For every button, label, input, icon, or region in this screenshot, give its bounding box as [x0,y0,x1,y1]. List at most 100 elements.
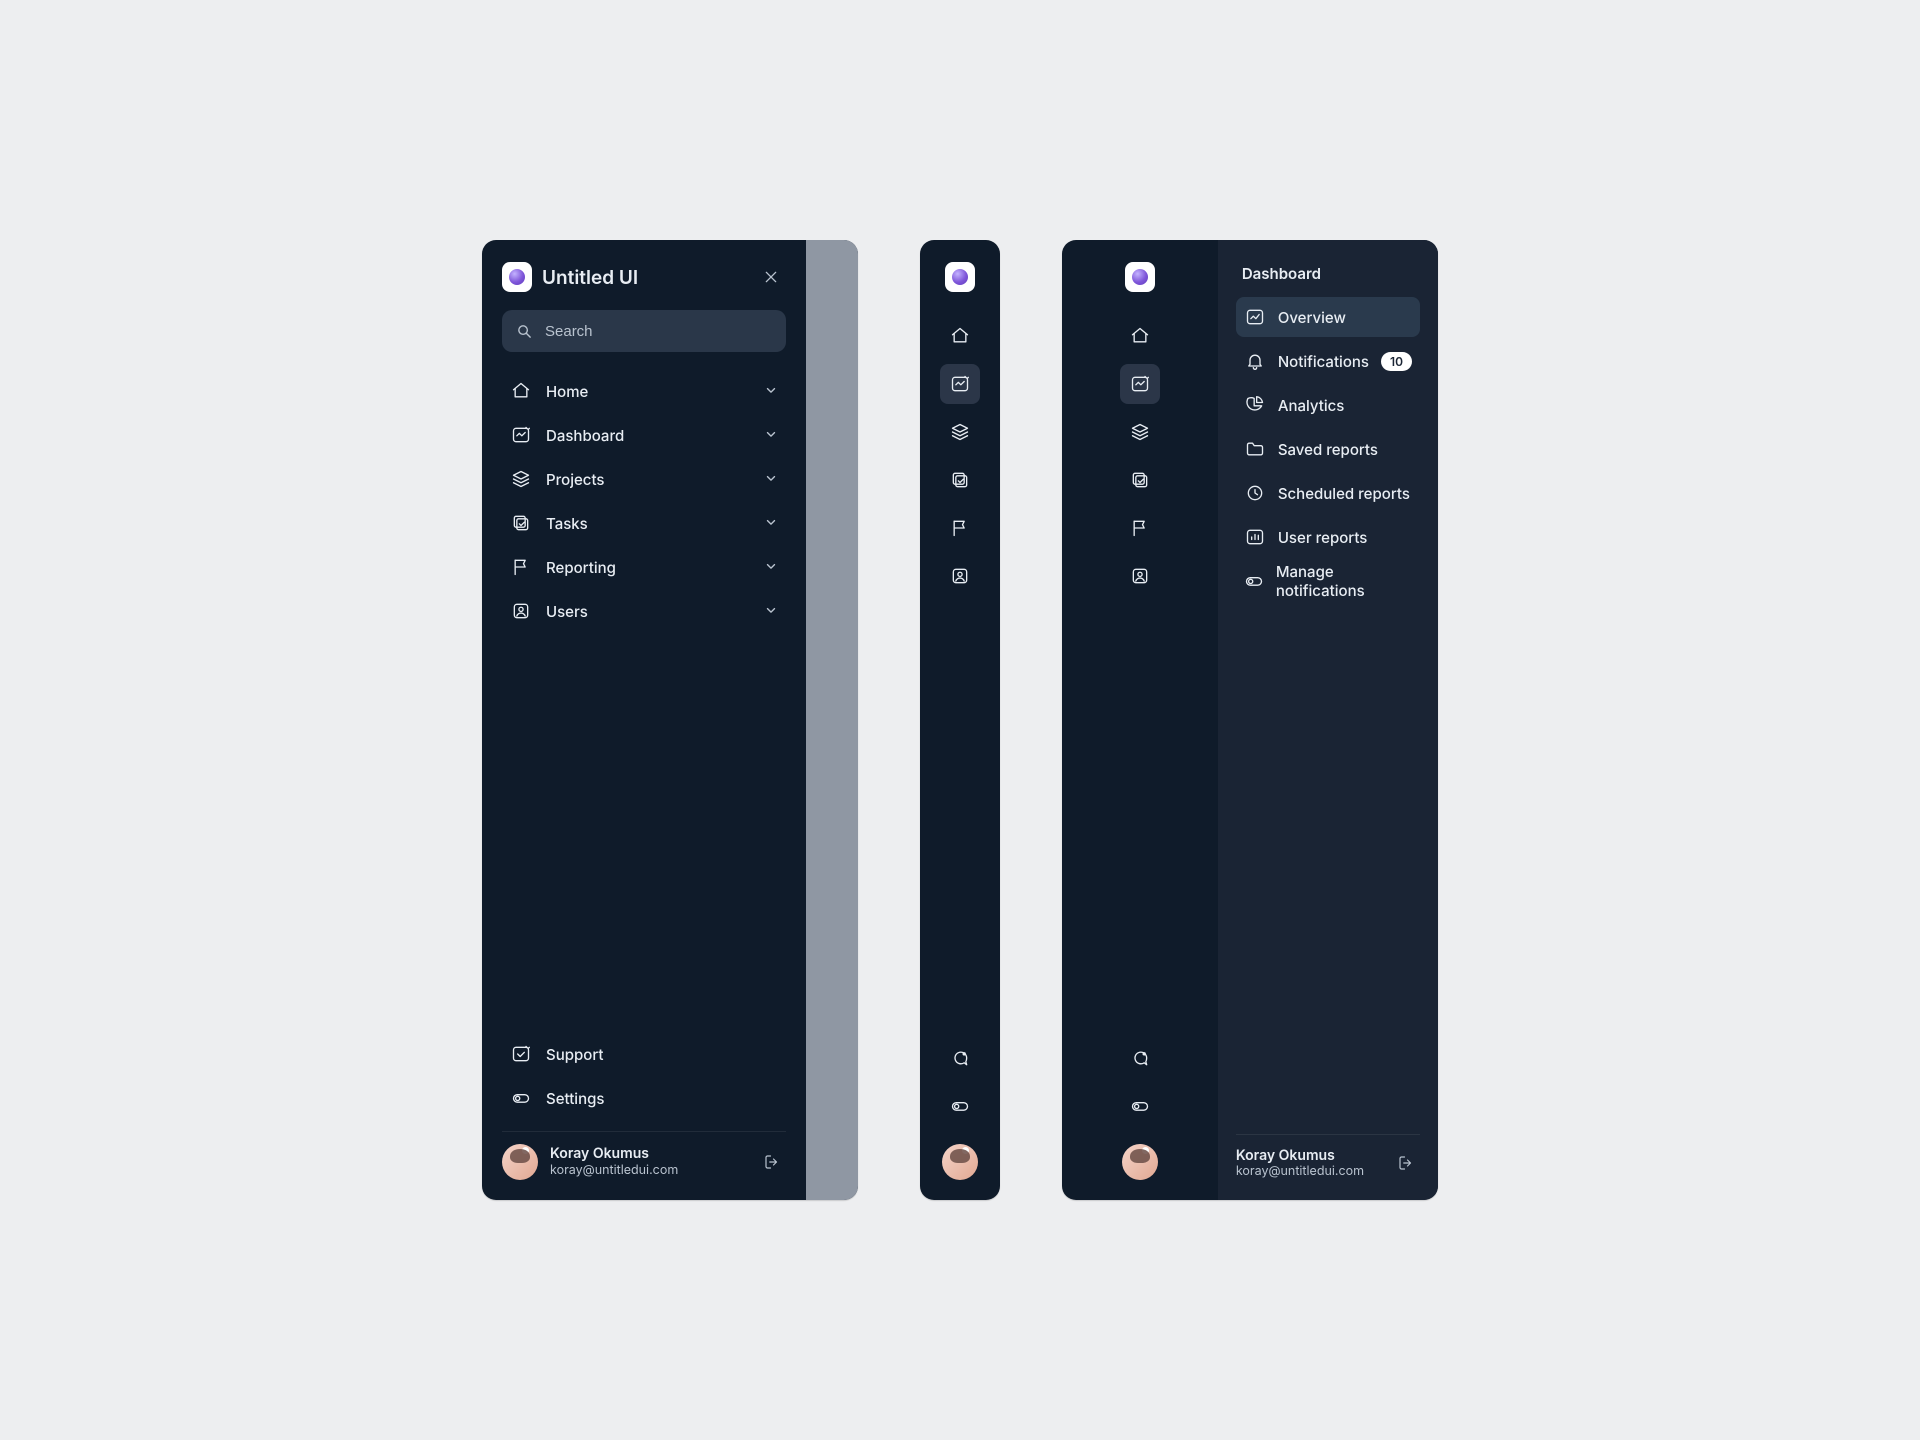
sidebar-item-support[interactable]: Support [502,1033,786,1075]
sidebar-item-tasks[interactable]: Tasks [502,502,786,544]
sidebar-item-label: Support [546,1045,603,1064]
sidebar-item-reporting[interactable]: Reporting [502,546,786,588]
sidebar-item-label: Home [546,382,588,401]
subpanel-item-manage-notifications[interactable]: Manage notifications [1236,561,1420,601]
subpanel-item-notifications[interactable]: Notifications 10 [1236,341,1420,381]
search-input[interactable] [543,322,772,341]
rail-item-home[interactable] [940,316,980,356]
drag-overlay[interactable] [806,240,858,1200]
user-icon [950,566,970,586]
rail-item-support[interactable] [1120,1038,1160,1078]
subpanel-item-label: Saved reports [1278,440,1378,459]
rail-item-settings[interactable] [1120,1086,1160,1126]
avatar[interactable] [502,1144,538,1180]
sidebar-item-label: Settings [546,1089,604,1108]
chat-icon [950,1048,970,1068]
rail-item-home[interactable] [1120,316,1160,356]
dashboard-icon [1130,374,1150,394]
user-email: koray@untitledui.com [1236,1164,1364,1180]
support-icon [510,1043,532,1065]
toggle-icon [510,1087,532,1109]
sidebar-full-overlay: Untitled UI Home Dashboard [482,240,858,1200]
toggle-icon [1130,1096,1150,1116]
chevron-down-icon [764,601,778,621]
close-icon [763,269,779,285]
flag-icon [510,556,532,578]
tasks-icon [1130,470,1150,490]
app-logo[interactable] [1125,262,1155,292]
rail-item-dashboard[interactable] [1120,364,1160,404]
tasks-icon [950,470,970,490]
home-icon [950,326,970,346]
rail-item-users[interactable] [1120,556,1160,596]
sidebar-rail-with-subpanel: Dashboard Overview Notifications 10 Anal… [1062,240,1438,1200]
subpanel-item-saved-reports[interactable]: Saved reports [1236,429,1420,469]
subpanel-item-label: Notifications [1278,352,1369,371]
home-icon [1130,326,1150,346]
search-input-container[interactable] [502,310,786,352]
avatar[interactable] [1122,1144,1158,1180]
close-sidebar-button[interactable] [756,262,786,292]
clock-icon [1244,482,1266,504]
sidebar-item-label: Projects [546,470,605,489]
rail-item-projects[interactable] [940,412,980,452]
subpanel-item-label: Manage notifications [1276,562,1412,600]
subpanel-item-analytics[interactable]: Analytics [1236,385,1420,425]
layers-icon [510,468,532,490]
bar-chart-icon [1244,526,1266,548]
dashboard-icon [950,374,970,394]
app-logo [502,262,532,292]
sidebar-item-projects[interactable]: Projects [502,458,786,500]
chevron-down-icon [764,381,778,401]
subpanel-item-label: Analytics [1278,396,1345,415]
rail-item-settings[interactable] [940,1086,980,1126]
sidebar-item-label: Dashboard [546,426,624,445]
rail-item-projects[interactable] [1120,412,1160,452]
sidebar-item-label: Users [546,602,588,621]
layers-icon [1130,422,1150,442]
search-icon [516,323,533,340]
bell-icon [1244,350,1266,372]
dashboard-icon [510,424,532,446]
rail-item-reporting[interactable] [940,508,980,548]
user-name: Koray Okumus [550,1145,678,1163]
chevron-down-icon [764,513,778,533]
logout-icon [763,1153,781,1171]
avatar[interactable] [942,1144,978,1180]
subpanel-item-scheduled-reports[interactable]: Scheduled reports [1236,473,1420,513]
logout-button[interactable] [758,1148,786,1176]
logout-icon [1397,1154,1415,1172]
rail-item-tasks[interactable] [940,460,980,500]
rail-item-dashboard[interactable] [940,364,980,404]
subpanel-item-overview[interactable]: Overview [1236,297,1420,337]
chevron-down-icon [764,469,778,489]
rail-item-users[interactable] [940,556,980,596]
logout-button[interactable] [1392,1149,1420,1177]
app-logo[interactable] [945,262,975,292]
sidebar-item-label: Reporting [546,558,616,577]
subpanel-item-label: Overview [1278,308,1346,327]
pie-chart-icon [1244,394,1266,416]
sidebar-item-dashboard[interactable]: Dashboard [502,414,786,456]
notifications-badge: 10 [1381,352,1412,371]
rail-item-reporting[interactable] [1120,508,1160,548]
user-icon [510,600,532,622]
rail-item-tasks[interactable] [1120,460,1160,500]
chevron-down-icon [764,425,778,445]
sidebar-item-home[interactable]: Home [502,370,786,412]
subpanel-item-user-reports[interactable]: User reports [1236,517,1420,557]
user-name: Koray Okumus [1236,1147,1364,1165]
folder-icon [1244,438,1266,460]
toggle-icon [1244,570,1264,592]
trend-icon [1244,306,1266,328]
home-icon [510,380,532,402]
sidebar-item-users[interactable]: Users [502,590,786,632]
sidebar-item-settings[interactable]: Settings [502,1077,786,1119]
flag-icon [950,518,970,538]
rail-item-support[interactable] [940,1038,980,1078]
flag-icon [1130,518,1150,538]
user-email: koray@untitledui.com [550,1163,678,1179]
sidebar-rail-collapsed [920,240,1000,1200]
chat-icon [1130,1048,1150,1068]
chevron-down-icon [764,557,778,577]
